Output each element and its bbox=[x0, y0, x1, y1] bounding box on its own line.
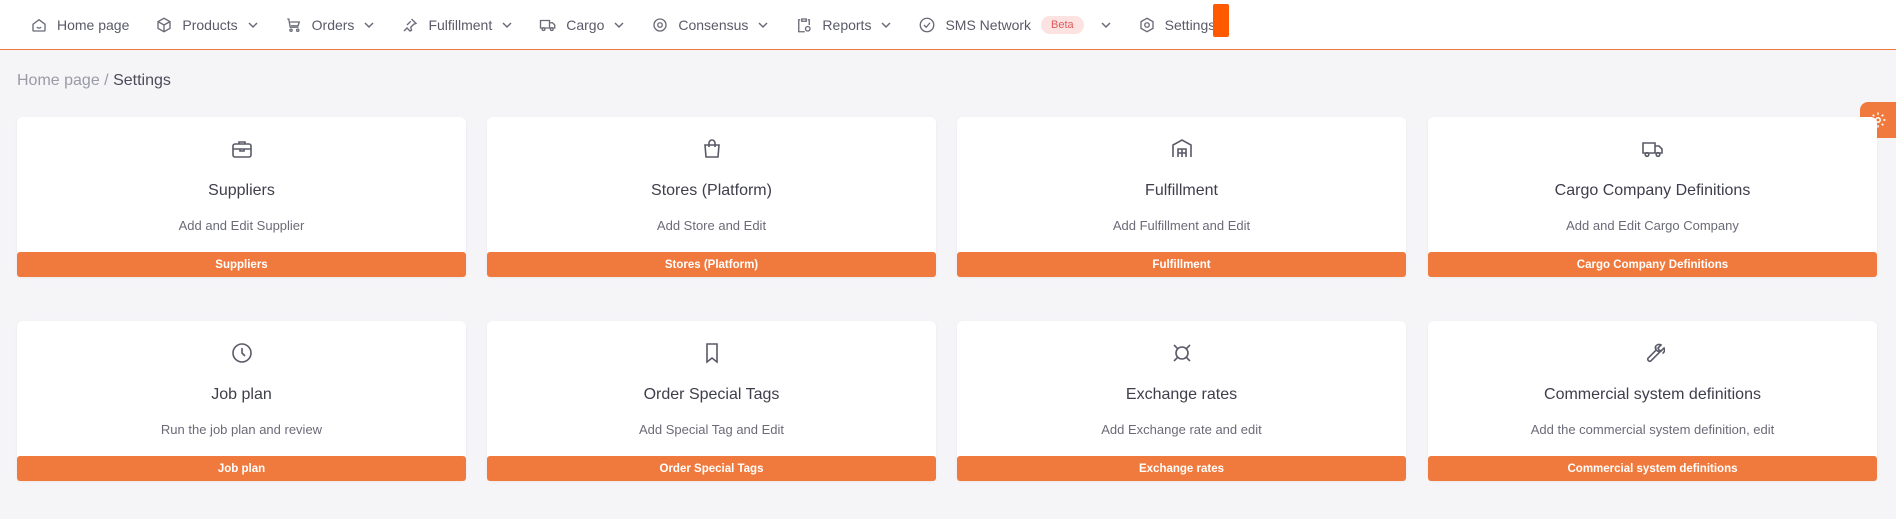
hex-gear-icon bbox=[1138, 16, 1156, 34]
exchange-rates-button[interactable]: Exchange rates bbox=[957, 456, 1406, 481]
card-title: Commercial system definitions bbox=[1544, 386, 1761, 403]
shopping-bag-icon bbox=[487, 137, 936, 161]
card-description: Add and Edit Cargo Company bbox=[1566, 218, 1739, 233]
breadcrumb: Home page / Settings bbox=[17, 72, 171, 90]
chevron-down-icon bbox=[757, 19, 769, 31]
card-exchange-rates: Exchange rates Add Exchange rate and edi… bbox=[957, 321, 1406, 481]
card-description: Add Special Tag and Edit bbox=[638, 422, 785, 437]
nav-label: Fulfillment bbox=[428, 16, 493, 33]
nav-consensus[interactable]: Consensus bbox=[651, 0, 769, 50]
card-title: Stores (Platform) bbox=[651, 182, 772, 199]
card-title: Job plan bbox=[211, 386, 272, 403]
card-description: Add the commercial system definition, ed… bbox=[1530, 422, 1775, 437]
card-title: Fulfillment bbox=[1145, 182, 1218, 199]
card-title: Cargo Company Definitions bbox=[1554, 182, 1751, 199]
cargo-company-button[interactable]: Cargo Company Definitions bbox=[1428, 252, 1877, 277]
nav-cargo[interactable]: Cargo bbox=[539, 0, 625, 50]
nav-settings[interactable]: Settings bbox=[1138, 0, 1216, 50]
nav-orders[interactable]: Orders bbox=[285, 0, 376, 50]
nav-products[interactable]: Products bbox=[155, 0, 258, 50]
chevron-down-icon bbox=[247, 19, 259, 31]
card-description: Add and Edit Supplier bbox=[178, 218, 305, 233]
check-circle-icon bbox=[918, 16, 936, 34]
breadcrumb-home-link[interactable]: Home page bbox=[17, 72, 100, 89]
card-stores: Stores (Platform) Add Store and Edit Sto… bbox=[487, 117, 936, 277]
nav-label: Cargo bbox=[566, 16, 605, 33]
nav-label: Home page bbox=[57, 16, 130, 33]
card-title: Order Special Tags bbox=[643, 386, 780, 403]
wrench-icon bbox=[1428, 341, 1877, 365]
clipboard-icon bbox=[795, 16, 813, 34]
breadcrumb-separator: / bbox=[99, 72, 114, 89]
card-title: Exchange rates bbox=[1125, 386, 1238, 403]
card-fulfillment: Fulfillment Add Fulfillment and Edit Ful… bbox=[957, 117, 1406, 277]
breadcrumb-current: Settings bbox=[113, 72, 171, 89]
bookmark-icon bbox=[487, 341, 936, 365]
card-description: Add Exchange rate and edit bbox=[1101, 422, 1262, 437]
home-icon bbox=[30, 16, 48, 34]
chevron-down-icon bbox=[501, 19, 513, 31]
nav-fulfillment[interactable]: Fulfillment bbox=[401, 0, 513, 50]
card-cargo-company: Cargo Company Definitions Add and Edit C… bbox=[1428, 117, 1877, 277]
truck-icon bbox=[539, 16, 557, 34]
chevron-down-icon bbox=[363, 19, 375, 31]
stores-button[interactable]: Stores (Platform) bbox=[487, 252, 936, 277]
nav-home[interactable]: Home page bbox=[30, 0, 129, 50]
nav-label: SMS Network bbox=[945, 16, 1032, 33]
nav-reports[interactable]: Reports bbox=[795, 0, 892, 50]
card-commercial-system: Commercial system definitions Add the co… bbox=[1428, 321, 1877, 481]
card-description: Run the job plan and review bbox=[160, 422, 323, 437]
clock-icon bbox=[17, 341, 466, 365]
card-job-plan: Job plan Run the job plan and review Job… bbox=[17, 321, 466, 481]
nav-label: Products bbox=[182, 16, 238, 33]
special-tags-button[interactable]: Order Special Tags bbox=[487, 456, 936, 481]
briefcase-icon bbox=[17, 137, 466, 161]
card-description: Add Fulfillment and Edit bbox=[1112, 218, 1251, 233]
nav-label: Orders bbox=[311, 16, 355, 33]
nav-label: Reports bbox=[822, 16, 872, 33]
card-suppliers: Suppliers Add and Edit Supplier Supplier… bbox=[17, 117, 466, 277]
card-description: Add Store and Edit bbox=[656, 218, 767, 233]
top-navbar: Home page Products Orders Fulfillment Ca… bbox=[0, 0, 1896, 50]
nav-sms-network[interactable]: SMS Network Beta bbox=[918, 0, 1111, 50]
suppliers-button[interactable]: Suppliers bbox=[17, 252, 466, 277]
chevron-down-icon bbox=[880, 19, 892, 31]
card-special-tags: Order Special Tags Add Special Tag and E… bbox=[487, 321, 936, 481]
truck-icon bbox=[1428, 137, 1877, 161]
nav-label: Settings bbox=[1164, 16, 1216, 33]
sync-icon bbox=[651, 16, 669, 34]
chevron-down-icon bbox=[613, 19, 625, 31]
cart-icon bbox=[285, 16, 303, 34]
commercial-system-button[interactable]: Commercial system definitions bbox=[1428, 456, 1877, 481]
card-title: Suppliers bbox=[208, 182, 275, 199]
nav-label: Consensus bbox=[678, 16, 749, 33]
warehouse-icon bbox=[957, 137, 1406, 161]
fulfillment-button[interactable]: Fulfillment bbox=[957, 252, 1406, 277]
beta-badge: Beta bbox=[1041, 15, 1084, 34]
pin-icon bbox=[401, 16, 419, 34]
cursor-marker bbox=[1213, 4, 1229, 37]
box-icon bbox=[155, 16, 173, 34]
currency-icon bbox=[957, 341, 1406, 365]
job-plan-button[interactable]: Job plan bbox=[17, 456, 466, 481]
chevron-down-icon bbox=[1100, 19, 1112, 31]
